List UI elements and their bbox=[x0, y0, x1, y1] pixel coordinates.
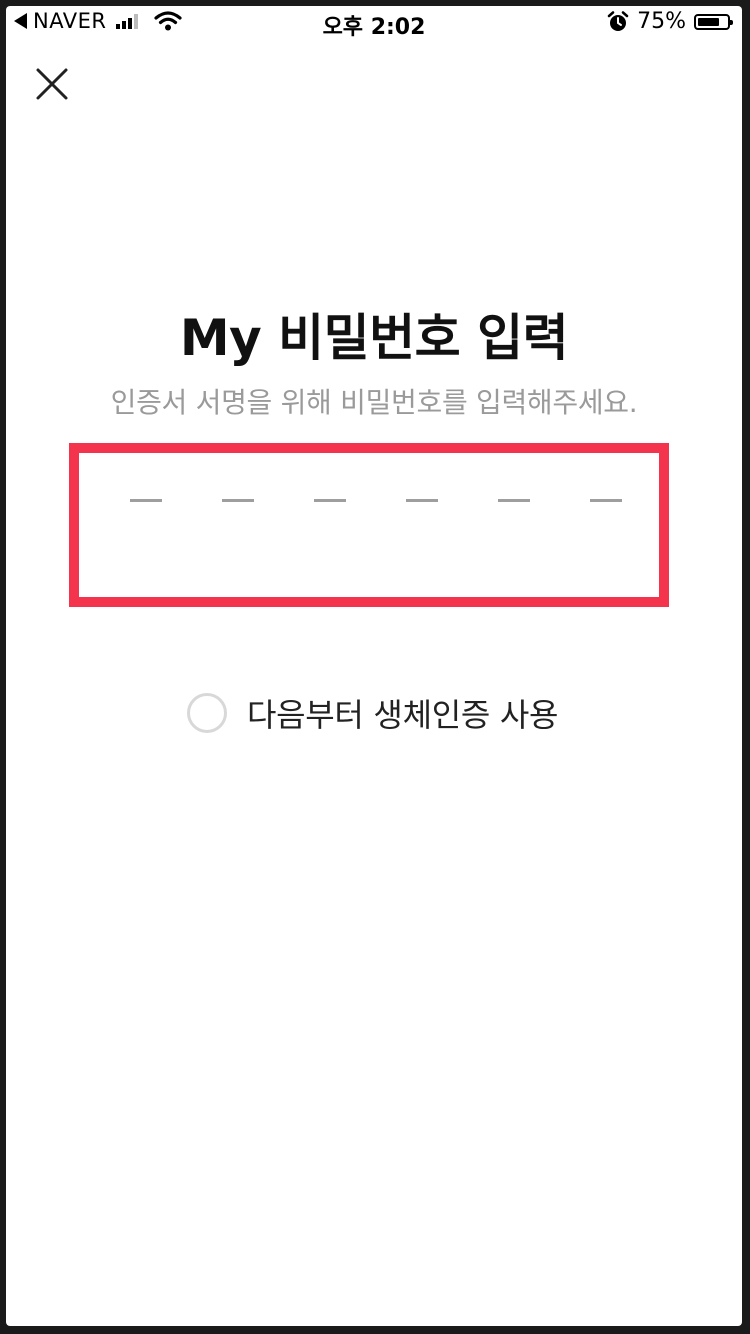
pin-digit-slot bbox=[130, 499, 162, 502]
battery-icon bbox=[694, 13, 733, 30]
pin-digit-slot bbox=[498, 499, 530, 502]
close-button[interactable] bbox=[32, 64, 72, 104]
battery-percent: 75% bbox=[637, 9, 686, 34]
status-right: 75% bbox=[607, 9, 733, 34]
page-title: My 비밀번호 입력 bbox=[179, 309, 569, 367]
pin-input[interactable] bbox=[69, 443, 669, 607]
pin-digit-slot bbox=[590, 499, 622, 502]
status-bar: NAVER 오후 2:02 75% bbox=[6, 6, 742, 40]
biometric-radio[interactable] bbox=[187, 693, 227, 733]
battery-fill bbox=[698, 17, 719, 26]
page-subtitle: 인증서 서명을 위해 비밀번호를 입력해주세요. bbox=[110, 386, 638, 419]
alarm-icon bbox=[607, 10, 629, 31]
pin-digit-slot bbox=[314, 499, 346, 502]
app-screen: NAVER 오후 2:02 75% My 비밀번호 입력 인증서 서명을 위해 … bbox=[6, 6, 742, 1326]
pin-digit-slot bbox=[406, 499, 438, 502]
close-icon bbox=[36, 68, 68, 100]
biometric-option[interactable]: 다음부터 생체인증 사용 bbox=[187, 690, 558, 736]
pin-digit-slot bbox=[222, 499, 254, 502]
biometric-label: 다음부터 생체인증 사용 bbox=[247, 696, 559, 734]
